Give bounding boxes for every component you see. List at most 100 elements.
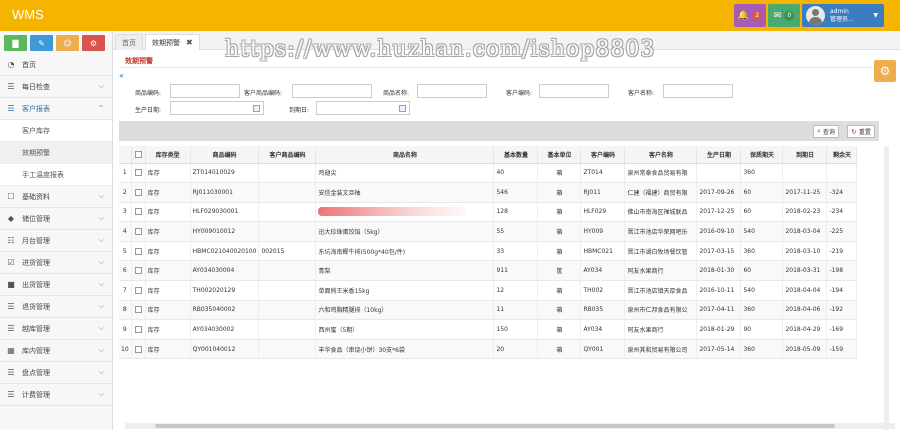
sidebar-item-label: 首页 <box>22 60 36 69</box>
vertical-scrollbar[interactable] <box>884 146 889 430</box>
cell-product-name: 六和鸡胸精腿排（10kg） <box>315 300 495 321</box>
shortcut-chart-button[interactable]: ▇ <box>4 35 27 51</box>
table-row[interactable]: 6 库存 AY034030004 青梨 911 筐 AY034 阿友水果商行 2018-01-3… <box>119 260 858 282</box>
table-row[interactable]: 5 库存 HBMC021040020100 002015 东坑海南椰牛排(500g*40… <box>119 241 858 262</box>
select-all-checkbox[interactable] <box>134 150 142 158</box>
sidebar-item-home[interactable]: ◔ 首页 <box>0 54 112 76</box>
product-name-input[interactable] <box>417 84 487 98</box>
table-row[interactable]: 8 库存 RB035040002 六和鸡胸精腿排（10kg） 11 箱 RB035 泉州市仁邦… <box>119 300 858 321</box>
column-header[interactable]: 商品名称 <box>315 146 495 164</box>
calendar-icon[interactable] <box>253 105 260 112</box>
sidebar-subitem-temperature-report[interactable]: 手工温度报表 <box>0 164 112 186</box>
sidebar-item-label: 越库管理 <box>22 324 50 333</box>
cell-base-quantity: 33 <box>493 241 539 262</box>
row-checkbox[interactable] <box>134 228 142 236</box>
cell-stock-type: 库存 <box>145 221 191 242</box>
column-header[interactable]: 库存类型 <box>145 146 191 164</box>
bar-chart-icon: ▇ <box>12 38 19 48</box>
cell-customer-name: 泉州常泰食品贸易有限 <box>624 163 698 184</box>
sidebar-item-crossdock-management[interactable]: ☰ 越库管理 ⌵ <box>0 318 112 340</box>
tab-expiry-warning[interactable]: 效期预警 ✖ <box>145 34 200 50</box>
sidebar-item-location-management[interactable]: ◆ 储位管理 ⌵ <box>0 208 112 230</box>
query-button[interactable]: ⌕ 查询 <box>813 125 839 138</box>
table-row[interactable]: 3 库存 HLF029030001 128 箱 HLF029 佛山市南海区禅城联品 2017-… <box>119 202 858 223</box>
checkbox-icon: ☑ <box>7 258 15 267</box>
sidebar-item-billing-management[interactable]: ☰ 计费管理 ⌵ <box>0 384 112 406</box>
calendar-icon[interactable] <box>399 105 406 112</box>
sidebar-item-dock-management[interactable]: ☷ 月台管理 ⌵ <box>0 230 112 252</box>
shortcut-edit-button[interactable]: ✎ <box>30 35 53 51</box>
expiry-warning-table: 库存类型 商品编码 客户商品编码 商品名称 基本数量 基本单位 客户编码 客户名… <box>119 146 858 360</box>
sidebar-item-warehouse-management[interactable]: ▦ 库内管理 ⌵ <box>0 340 112 362</box>
row-checkbox[interactable] <box>134 267 142 275</box>
table-row[interactable]: 4 库存 HY009010012 迅大珍珠蛋饺馅（5kg） 55 箱 HY009 晋江市池店华… <box>119 221 858 242</box>
sidebar-item-daily-check[interactable]: ☰ 每日检查 ⌵ <box>0 76 112 98</box>
product-code-input[interactable] <box>170 84 240 98</box>
table-row[interactable]: 7 库存 TH002020129 单面煎王米香15kg 12 箱 TH002 晋江市池店镇天厚… <box>119 280 858 301</box>
column-header[interactable]: 生产日期 <box>696 146 742 164</box>
sidebar-subitem-customer-stock[interactable]: 客户库存 <box>0 120 112 142</box>
cell-stock-type: 库存 <box>145 182 191 203</box>
column-header[interactable]: 到期日 <box>782 146 828 164</box>
column-header[interactable]: 保质期天 <box>740 146 784 164</box>
notifications-button[interactable]: 🔔 2 <box>734 4 766 27</box>
cell-remaining-days: -159 <box>826 339 858 360</box>
user-menu-button[interactable]: admin 管理员... ▼ <box>802 4 884 27</box>
row-checkbox[interactable] <box>134 208 142 216</box>
table-row[interactable]: 9 库存 AY034030002 西州蜜（5期） 150 箱 AY034 阿友水果商行 2018… <box>119 319 858 340</box>
cell-customer-product-code <box>258 163 317 184</box>
messages-button[interactable]: ✉ 0 <box>768 4 800 27</box>
column-header[interactable]: 剩余天 <box>826 146 858 164</box>
customer-product-code-input[interactable] <box>292 84 372 98</box>
cell-base-unit: 箱 <box>537 319 582 340</box>
close-icon[interactable]: ✖ <box>186 38 193 47</box>
row-checkbox[interactable] <box>134 326 142 334</box>
customer-code-input[interactable] <box>539 84 609 98</box>
reset-button[interactable]: ↻ 重置 <box>847 125 875 138</box>
cell-row-number: 5 <box>119 241 132 262</box>
customer-name-input[interactable] <box>663 84 733 98</box>
column-header[interactable]: 客户编码 <box>580 146 626 164</box>
cell-product-code: RB035040002 <box>190 300 260 321</box>
column-header[interactable]: 基本数量 <box>493 146 539 164</box>
document-icon: ☐ <box>7 192 15 201</box>
cell-product-code: HBMC021040020100 <box>190 241 260 262</box>
row-checkbox[interactable] <box>134 247 142 255</box>
cell-customer-name: 晋江市湖白牧场餐饮管 <box>624 241 698 262</box>
production-date-input[interactable] <box>170 101 264 115</box>
cogs-icon: ⚙ <box>89 38 98 48</box>
row-checkbox[interactable] <box>134 169 142 177</box>
shortcut-settings-button[interactable]: ⚙ <box>82 35 105 51</box>
collapse-icon[interactable]: « <box>119 71 124 80</box>
top-header: WMS 🔔 2 ✉ 0 admin 管理员... ▼ <box>0 0 900 31</box>
sidebar-item-customer-reports[interactable]: ☰ 客户报表 ⌃ <box>0 98 112 120</box>
row-checkbox[interactable] <box>134 345 142 353</box>
table-row[interactable]: 2 库存 RJ011030001 安信金装文旦柚 546 箱 RJ011 仁建（福建）商贸有限… <box>119 182 858 203</box>
settings-gear-button[interactable]: ⚙ <box>874 60 896 82</box>
customer-name-label: 客户名称: <box>628 90 655 97</box>
sidebar-item-return-management[interactable]: ☰ 退货管理 ⌵ <box>0 296 112 318</box>
reset-button-label: 重置 <box>858 129 871 136</box>
column-header[interactable]: 客户名称 <box>624 146 698 164</box>
expiry-date-input[interactable] <box>316 101 410 115</box>
cell-product-name: 单面煎王米香15kg <box>315 280 495 301</box>
cell-expiry-date: 2018-02-23 <box>782 202 828 223</box>
sidebar-item-outbound-management[interactable]: ■ 出货管理 ⌵ <box>0 274 112 296</box>
tab-home[interactable]: 首页 <box>115 34 143 50</box>
sidebar-item-inbound-management[interactable]: ☑ 进货管理 ⌵ <box>0 252 112 274</box>
row-checkbox[interactable] <box>134 286 142 294</box>
sidebar-item-stocktake-management[interactable]: ☰ 盘点管理 ⌵ <box>0 362 112 384</box>
sidebar-subitem-expiry-warning[interactable]: 效期预警 <box>0 142 112 164</box>
row-checkbox[interactable] <box>134 306 142 314</box>
sidebar-item-basic-data[interactable]: ☐ 基础资料 ⌵ <box>0 186 112 208</box>
table-row[interactable]: 10 库存 QY001040012 丰华食品（串烧小饼）30支*6袋 20 箱 QY001 泉… <box>119 339 858 360</box>
horizontal-scrollbar[interactable] <box>125 423 895 429</box>
row-checkbox[interactable] <box>134 188 142 196</box>
shortcut-users-button[interactable]: ☺ <box>56 35 79 51</box>
column-header[interactable]: 基本单位 <box>537 146 582 164</box>
table-row[interactable]: 1 库存 ZT014010029 鸡翅尖 40 箱 ZT014 泉州常泰食品贸易有限 360 <box>119 163 858 184</box>
chevron-down-icon: ⌵ <box>98 324 104 332</box>
column-header[interactable]: 客户商品编码 <box>258 146 317 164</box>
column-header[interactable]: 商品编码 <box>190 146 260 164</box>
cell-select <box>131 182 146 203</box>
